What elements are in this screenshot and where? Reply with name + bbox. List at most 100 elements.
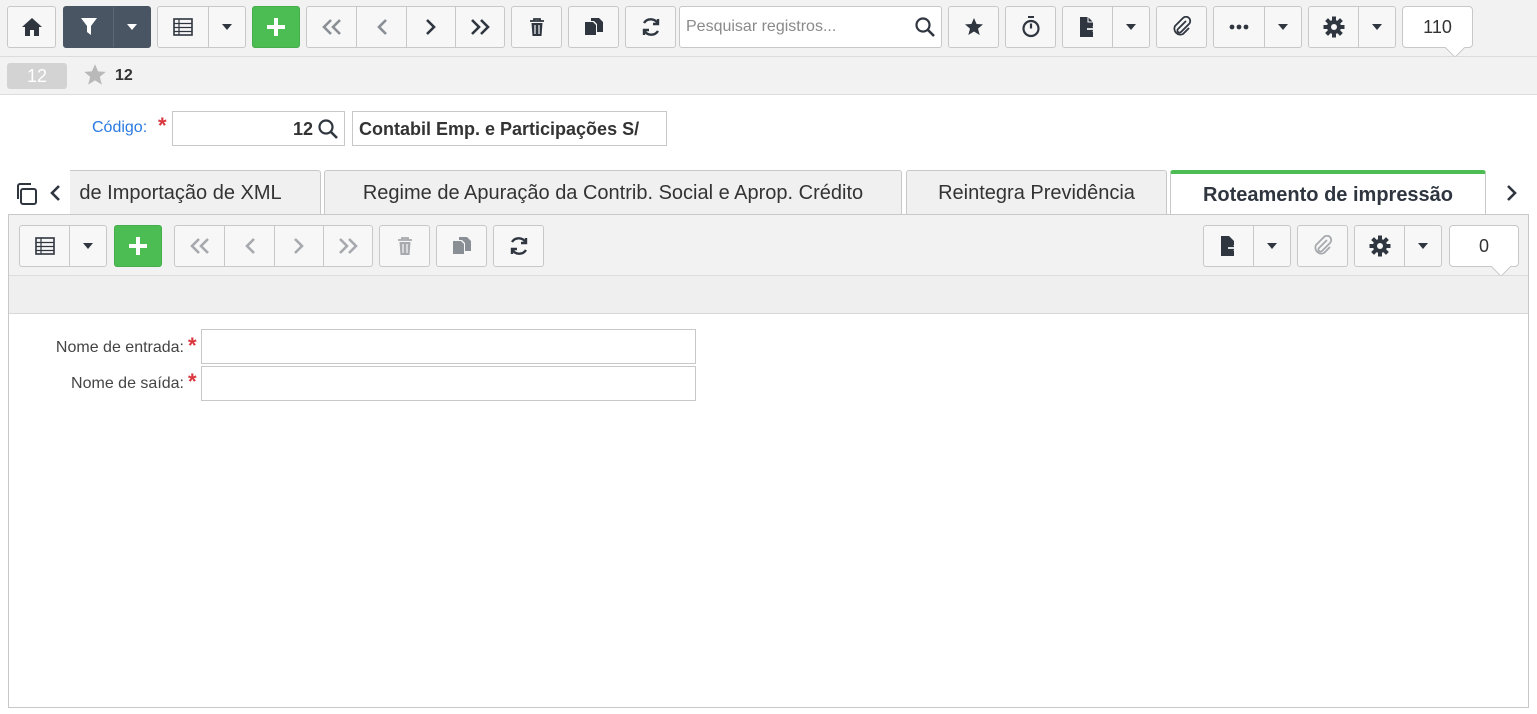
required-indicator: *: [158, 113, 167, 138]
last-record-button[interactable]: [456, 7, 504, 47]
export-dropdown-button[interactable]: [1113, 7, 1149, 47]
search-input[interactable]: [680, 7, 905, 47]
tab-scroll-right-icon[interactable]: [1505, 183, 1519, 208]
nome-saida-input[interactable]: [201, 366, 696, 401]
lookup-search-icon[interactable]: [318, 119, 338, 144]
tab-strip: de Importação de XML Regime de Apuração …: [70, 170, 1490, 216]
sub-add-button[interactable]: [114, 225, 162, 267]
tab-regime-apuracao[interactable]: Regime de Apuração da Contrib. Social e …: [324, 170, 902, 216]
more-dropdown-button[interactable]: [1265, 7, 1301, 47]
grid-view-button[interactable]: [158, 7, 209, 47]
sub-record-count: 0: [1478, 235, 1489, 256]
refresh-button[interactable]: [625, 6, 676, 48]
stopwatch-icon: [1006, 7, 1055, 47]
sub-toolbar: 0: [9, 215, 1528, 277]
duplicate-button[interactable]: [568, 6, 619, 48]
filter-button-group: [63, 6, 151, 48]
record-count: 110: [1423, 16, 1452, 37]
next-record-button[interactable]: [407, 7, 456, 47]
nome-entrada-input[interactable]: [201, 329, 696, 364]
sub-record-count-badge: 0: [1449, 225, 1519, 277]
navigation-button-group: [306, 6, 505, 48]
chevron-down-icon: [1267, 243, 1277, 249]
sub-grid-view-button[interactable]: [20, 226, 70, 266]
sub-first-record-button[interactable]: [175, 226, 225, 266]
double-chevron-left-icon: [321, 19, 341, 35]
sub-view-button-group: [19, 225, 107, 267]
previous-record-button[interactable]: [357, 7, 407, 47]
chevron-left-icon: [244, 238, 255, 254]
delete-button[interactable]: [511, 6, 562, 48]
attachment-button[interactable]: [1156, 6, 1207, 48]
sub-duplicate-button[interactable]: [436, 225, 487, 267]
sub-export-dropdown-button[interactable]: [1254, 226, 1290, 266]
sub-last-record-button[interactable]: [324, 226, 372, 266]
double-chevron-right-icon: [471, 19, 490, 35]
home-icon: [8, 7, 55, 47]
tab-panel: 0 Nome de entrada: * Nome de saída: *: [8, 214, 1529, 708]
sub-navigation-button-group: [174, 225, 373, 267]
chevron-right-icon: [426, 19, 436, 35]
sub-view-dropdown-button[interactable]: [70, 226, 106, 266]
more-button[interactable]: [1214, 7, 1265, 47]
home-button[interactable]: [7, 6, 56, 48]
refresh-icon: [494, 226, 543, 266]
sub-previous-record-button[interactable]: [225, 226, 275, 266]
filter-button[interactable]: [64, 7, 114, 47]
sub-settings-dropdown-button[interactable]: [1405, 226, 1441, 266]
codigo-value: 12: [292, 119, 313, 139]
required-indicator: *: [188, 333, 197, 358]
favorites-button[interactable]: [948, 6, 999, 48]
plus-icon: [115, 226, 161, 266]
codigo-label: Código:: [92, 119, 148, 136]
settings-dropdown-button[interactable]: [1359, 7, 1395, 47]
star-icon: [949, 7, 998, 47]
trash-icon: [512, 7, 561, 47]
search-icon[interactable]: [915, 17, 935, 42]
chevron-down-icon: [1126, 24, 1136, 30]
chevron-down-icon: [83, 243, 93, 249]
record-bar: 12 12: [0, 57, 1537, 95]
chevron-left-icon: [376, 19, 387, 35]
copy-tabs-icon[interactable]: [14, 182, 38, 211]
tab-label: Roteamento de impressão: [1202, 184, 1454, 206]
sub-settings-button[interactable]: [1355, 226, 1405, 266]
tab-roteamento-impressao[interactable]: Roteamento de impressão: [1170, 170, 1486, 216]
filter-icon: [80, 18, 97, 35]
tab-reintegra-previdencia[interactable]: Reintegra Previdência: [906, 170, 1167, 216]
tab-importacao-xml[interactable]: de Importação de XML: [70, 170, 321, 216]
codigo-field[interactable]: 12: [172, 111, 345, 146]
settings-button[interactable]: [1309, 7, 1359, 47]
paperclip-icon: [1298, 226, 1347, 266]
search-box: [679, 6, 942, 48]
timer-button[interactable]: [1005, 6, 1056, 48]
add-button[interactable]: [252, 6, 300, 48]
sub-next-record-button[interactable]: [275, 226, 324, 266]
refresh-icon: [626, 7, 675, 47]
more-button-group: [1213, 6, 1302, 48]
first-record-button[interactable]: [307, 7, 357, 47]
chevron-down-icon: [1278, 24, 1288, 30]
gear-icon: [1369, 235, 1390, 257]
chevron-down-icon: [127, 24, 137, 30]
required-indicator: *: [188, 369, 197, 394]
favorite-star-icon[interactable]: [82, 63, 108, 92]
record-badge[interactable]: 12: [7, 63, 67, 89]
tab-label: Reintegra Previdência: [938, 182, 1135, 204]
sub-attachment-button[interactable]: [1297, 225, 1348, 267]
view-dropdown-button[interactable]: [209, 7, 245, 47]
sub-refresh-button[interactable]: [493, 225, 544, 267]
export-button[interactable]: [1063, 7, 1113, 47]
tab-label: Regime de Apuração da Contrib. Social e …: [362, 182, 864, 204]
chevron-down-icon: [1418, 243, 1428, 249]
table-icon: [173, 18, 193, 36]
company-name: Contabil Emp. e Participações S/: [359, 119, 640, 139]
tab-scroll-left-icon[interactable]: [48, 183, 62, 208]
sub-export-button[interactable]: [1204, 226, 1254, 266]
sub-delete-button[interactable]: [379, 225, 430, 267]
panel-header-strip: [9, 276, 1528, 314]
filter-dropdown-button[interactable]: [114, 7, 150, 47]
double-chevron-right-icon: [339, 238, 358, 254]
plus-icon: [253, 7, 299, 47]
paperclip-icon: [1157, 7, 1206, 47]
